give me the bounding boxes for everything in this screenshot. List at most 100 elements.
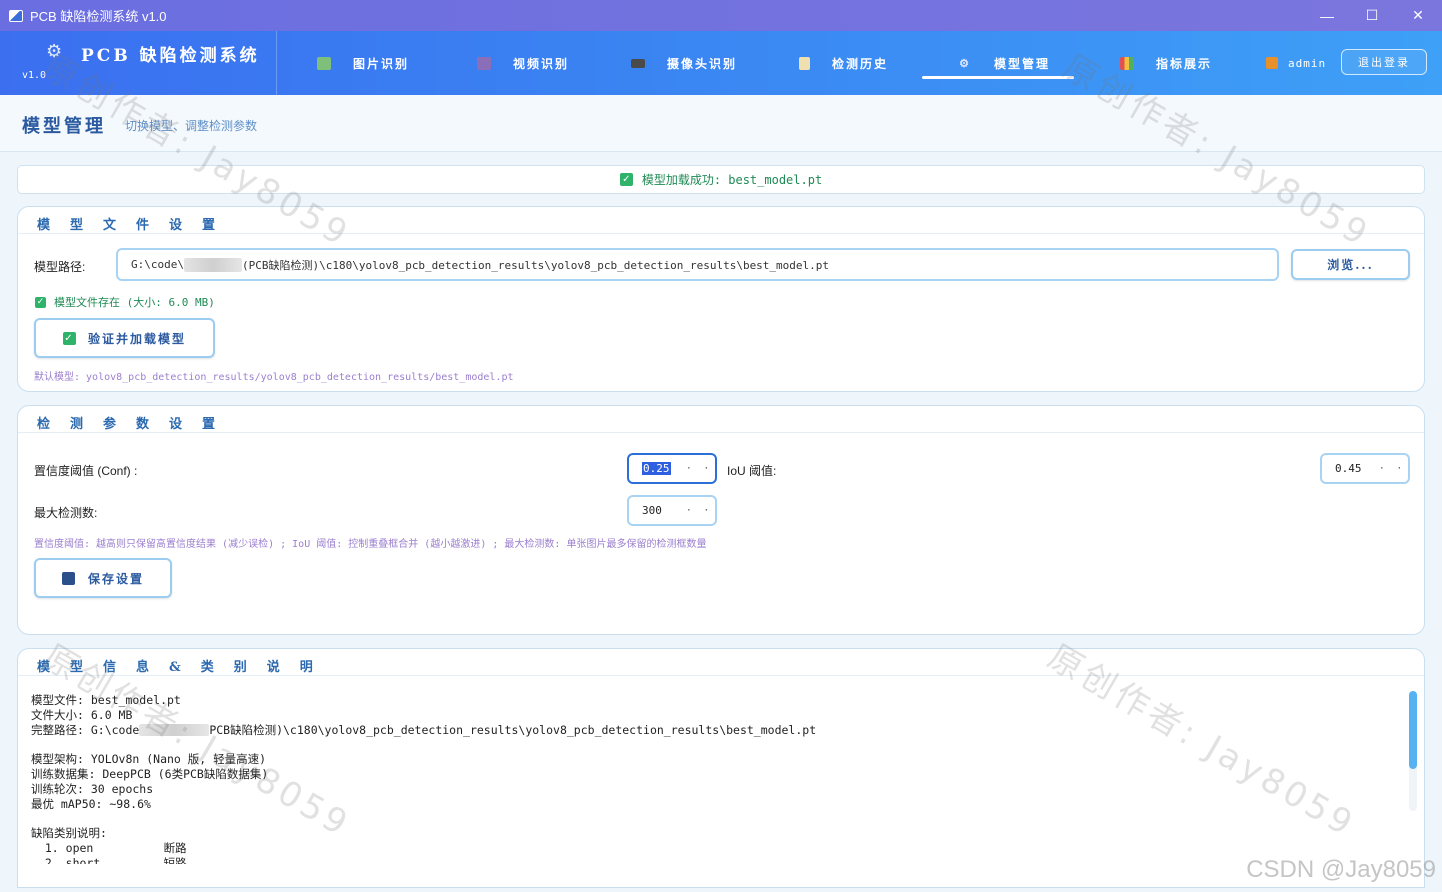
maxdet-value: 300 xyxy=(642,504,662,517)
spin-down-icon[interactable]: · xyxy=(686,506,691,516)
divider xyxy=(18,675,1424,676)
page-header: 模型管理 切换模型、调整检测参数 xyxy=(0,95,1442,152)
section-title-info: 模型信息&类别说明 xyxy=(37,660,333,675)
logout-button[interactable]: 退出登录 xyxy=(1341,49,1427,75)
close-button[interactable]: ✕ xyxy=(1395,0,1441,31)
info-scrollbar[interactable] xyxy=(1409,691,1417,811)
nav-model-management[interactable]: ⚙ 模型管理 xyxy=(921,31,1075,95)
verify-load-model-button[interactable]: ✓ 验证并加载模型 xyxy=(34,318,215,358)
brand: ⚙ PCB 缺陷检测系统 v1.0 xyxy=(0,31,277,95)
status-text: 模型加载成功: best_model.pt xyxy=(641,173,823,187)
redacted-block xyxy=(139,724,210,736)
csdn-watermark: CSDN @Jay8059 xyxy=(1246,856,1436,883)
check-icon: ✓ xyxy=(35,296,46,308)
nav-image-recognition[interactable]: 图片识别 xyxy=(317,31,409,95)
info-map: 最优 mAP50: ~98.6% xyxy=(31,797,151,811)
model-path-label: 模型路径: xyxy=(34,260,86,274)
window-title: PCB 缺陷检测系统 v1.0 xyxy=(30,9,167,24)
chart-icon xyxy=(1120,56,1134,70)
user-icon xyxy=(1266,57,1278,69)
iou-label: IoU 阈值: xyxy=(727,464,777,478)
brand-version: v1.0 xyxy=(22,70,47,81)
nav-video-recognition[interactable]: 视频识别 xyxy=(477,31,569,95)
logo-icon: ⚙ xyxy=(46,41,63,61)
button-label: 验证并加载模型 xyxy=(87,331,186,346)
info-file: 模型文件: best_model.pt xyxy=(31,693,181,707)
nav-label: 图片识别 xyxy=(353,56,410,71)
conf-value: 0.25 xyxy=(642,462,671,475)
class-cn: 短路 xyxy=(163,856,187,864)
status-banner: ✓ 模型加载成功: best_model.pt xyxy=(17,165,1425,194)
spin-up-icon[interactable]: · xyxy=(1397,464,1402,474)
file-exists-indicator: ✓ 模型文件存在 (大小: 6.0 MB) xyxy=(35,294,215,310)
class-name: short xyxy=(65,856,101,864)
conf-spinbox[interactable]: 0.25 · · xyxy=(627,453,717,484)
check-icon: ✓ xyxy=(62,331,76,345)
minimize-button[interactable]: — xyxy=(1304,0,1350,31)
video-icon xyxy=(477,56,491,70)
nav-camera-recognition[interactable]: 摄像头识别 xyxy=(631,31,737,95)
info-epochs: 训练轮次: 30 epochs xyxy=(31,782,154,796)
nav-detection-history[interactable]: 检测历史 xyxy=(799,31,888,95)
file-exists-text: 模型文件存在 (大小: 6.0 MB) xyxy=(54,296,215,309)
window-titlebar: PCB 缺陷检测系统 v1.0 — ☐ ✕ xyxy=(0,0,1442,31)
path-suffix: PCB缺陷检测)\c180\yolov8_pcb_detection_resul… xyxy=(209,723,817,737)
class-row: 2. short 短路 xyxy=(31,856,816,864)
model-info-text: 模型文件: best_model.pt 文件大小: 6.0 MB 完整路径: G:\… xyxy=(31,693,816,864)
scrollbar-thumb[interactable] xyxy=(1409,691,1417,769)
spin-arrows[interactable]: · · xyxy=(686,455,709,482)
maxdet-spinbox[interactable]: 300 · · xyxy=(627,495,717,526)
top-navbar: ⚙ PCB 缺陷检测系统 v1.0 图片识别 视频识别 摄像头识别 检测历史 ⚙… xyxy=(0,31,1442,95)
user-info: admin xyxy=(1266,31,1326,95)
browse-button[interactable]: 浏览... xyxy=(1291,249,1410,280)
spin-up-icon[interactable]: · xyxy=(704,464,709,474)
spin-up-icon[interactable]: · xyxy=(704,506,709,516)
username: admin xyxy=(1288,56,1327,70)
nav-label: 指标展示 xyxy=(1156,56,1213,71)
iou-spinbox[interactable]: 0.45 · · xyxy=(1320,453,1410,484)
spin-down-icon[interactable]: · xyxy=(686,464,691,474)
section-title-model-file: 模型文件设置 xyxy=(37,218,236,233)
camera-icon xyxy=(631,58,645,68)
class-no: 1. xyxy=(44,841,59,855)
detection-params-panel: 检测参数设置 置信度阈值 (Conf) : 0.25 · · IoU 阈值: 0.… xyxy=(17,405,1425,635)
nav-label: 检测历史 xyxy=(832,56,889,71)
maximize-button[interactable]: ☐ xyxy=(1349,0,1395,31)
spin-down-icon[interactable]: · xyxy=(1379,464,1384,474)
save-settings-button[interactable]: 保存设置 xyxy=(34,558,172,598)
gear-icon: ⚙ xyxy=(959,56,971,70)
params-hint: 置信度阈值: 越高则只保留高置信度结果 (减少误检) ; IoU 阈值: 控制重… xyxy=(34,539,707,550)
path-suffix: (PCB缺陷检测)\c180\yolov8_pcb_detection_resu… xyxy=(241,258,830,272)
path-prefix: G:\code\ xyxy=(131,258,184,271)
section-title-params: 检测参数设置 xyxy=(37,417,236,432)
nav-label: 摄像头识别 xyxy=(667,56,738,71)
nav-label: 视频识别 xyxy=(513,56,570,71)
brand-name: PCB 缺陷检测系统 xyxy=(81,46,260,66)
maxdet-label: 最大检测数: xyxy=(34,506,98,520)
model-info-panel: 模型信息&类别说明 模型文件: best_model.pt 文件大小: 6.0 M… xyxy=(17,648,1425,888)
redacted-block xyxy=(183,257,242,272)
nav-metrics[interactable]: 指标展示 xyxy=(1120,31,1212,95)
app-icon xyxy=(9,9,23,22)
divider xyxy=(18,432,1424,433)
class-name: open xyxy=(65,841,94,855)
info-size: 文件大小: 6.0 MB xyxy=(31,708,133,722)
class-cn: 断路 xyxy=(163,841,187,855)
conf-label: 置信度阈值 (Conf) : xyxy=(34,464,138,478)
info-classes-title: 缺陷类别说明: xyxy=(31,826,107,840)
model-path-input[interactable]: G:\code\ (PCB缺陷检测)\c180\yolov8_pcb_detect… xyxy=(116,248,1279,281)
default-model-hint: 默认模型: yolov8_pcb_detection_results/yolov… xyxy=(34,372,514,383)
button-label: 保存设置 xyxy=(87,571,144,586)
save-icon xyxy=(61,571,75,585)
check-icon: ✓ xyxy=(619,173,633,186)
page-title: 模型管理 xyxy=(22,116,106,137)
info-arch: 模型架构: YOLOv8n (Nano 版, 轻量高速) xyxy=(31,752,267,766)
image-icon xyxy=(317,56,331,70)
spin-arrows[interactable]: · · xyxy=(1379,455,1402,482)
path-prefix: 完整路径: G:\code xyxy=(31,723,140,737)
divider xyxy=(18,233,1424,234)
spin-arrows[interactable]: · · xyxy=(686,497,709,524)
page-subtitle: 切换模型、调整检测参数 xyxy=(125,119,258,133)
info-dataset: 训练数据集: DeepPCB (6类PCB缺陷数据集) xyxy=(31,767,269,781)
class-no: 2. xyxy=(44,856,59,864)
